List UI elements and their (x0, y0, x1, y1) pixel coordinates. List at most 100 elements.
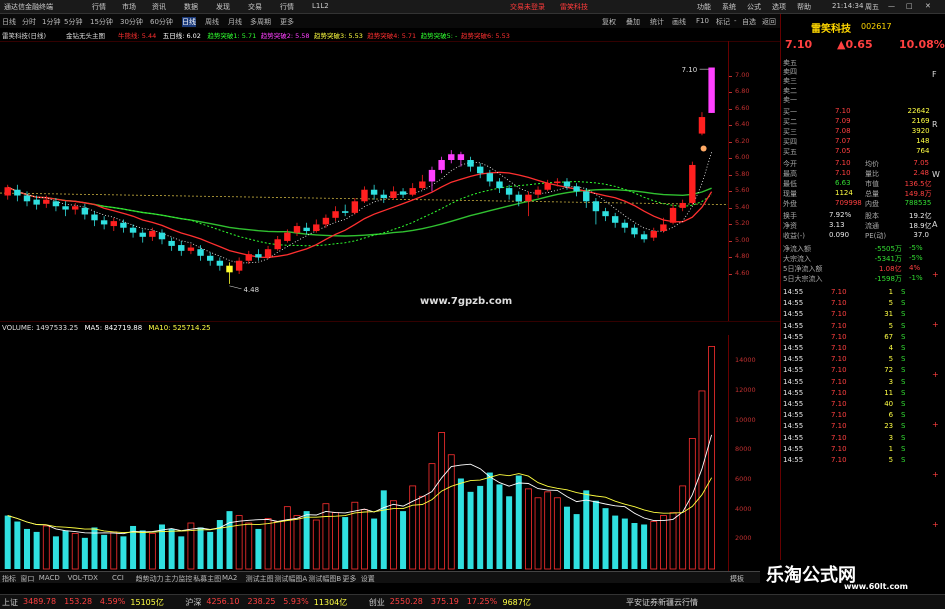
side-tab[interactable]: + (932, 320, 939, 329)
side-tab[interactable]: F (932, 70, 937, 79)
period-tab[interactable]: 5分钟 (64, 17, 82, 27)
period-tab[interactable]: 15分钟 (90, 17, 113, 27)
tick-price: 7.10 (831, 355, 847, 364)
side-tab[interactable]: + (932, 370, 939, 379)
indicator-tab[interactable]: 测试主图 (246, 574, 274, 584)
volume-bar (264, 518, 272, 570)
tick-time: 14:55 (783, 400, 804, 408)
flow-value: -1598万 (874, 275, 902, 283)
menu-item[interactable]: 数据 (184, 2, 198, 12)
side-tab[interactable]: W (932, 170, 940, 179)
menu-item[interactable]: 功能 (697, 2, 711, 12)
menu-item[interactable]: 选项 (772, 2, 786, 12)
tool-button[interactable]: 画线 (672, 17, 686, 27)
indicator-tab[interactable]: VOL-TDX (68, 574, 98, 582)
tool-button[interactable]: 自选 (742, 17, 756, 27)
candle (621, 222, 629, 228)
candle (332, 211, 339, 218)
candle (14, 189, 21, 196)
price-chart[interactable]: 7.10 4.48 (0, 41, 780, 321)
indicator-tab[interactable]: 私募主图 (193, 574, 221, 584)
maximize-icon[interactable]: □ (906, 2, 913, 10)
tool-button[interactable]: 标记 (716, 17, 730, 27)
low-pointer (229, 285, 242, 290)
volume-bar (592, 500, 599, 569)
flow-pct: -1% (909, 274, 923, 282)
indicator-tab[interactable]: 测试幅图A (274, 574, 307, 584)
indicator-tab[interactable]: 主力监控 (164, 574, 192, 584)
side-tab[interactable]: + (932, 270, 939, 279)
menu-item[interactable]: 帮助 (797, 2, 811, 12)
candle (226, 265, 233, 273)
volume-bar (553, 497, 561, 570)
login-status[interactable]: 交易未登录 (510, 2, 545, 12)
menu-item[interactable]: 发现 (216, 2, 230, 12)
indicator-tab[interactable]: 指标 (2, 574, 16, 584)
period-tab[interactable]: 多周期 (250, 17, 271, 27)
tick-volume: 72 (884, 366, 894, 375)
indicator-tab[interactable]: 趋势动力 (136, 574, 164, 584)
tick-side: S (901, 422, 906, 431)
minimize-icon[interactable]: — (888, 2, 895, 10)
menu-item[interactable]: 市场 (122, 2, 136, 12)
period-tab[interactable]: 60分钟 (150, 17, 173, 27)
period-tab[interactable]: 分时 (22, 17, 36, 27)
side-tab[interactable]: A (932, 220, 937, 229)
menu-item[interactable]: L1L2 (312, 2, 329, 10)
volume-bar (62, 530, 69, 569)
period-tab[interactable]: 更多 (280, 17, 294, 27)
tick-side: S (901, 444, 906, 453)
tick-mark (729, 158, 732, 160)
period-tab-active[interactable]: 日线 (182, 17, 196, 27)
period-tab[interactable]: 日线 (2, 17, 16, 27)
volume-tick: 4000 (735, 504, 752, 513)
tool-button[interactable]: F10 (696, 17, 709, 25)
indicator-tab[interactable]: CCI (112, 574, 124, 582)
close-icon[interactable]: ✕ (925, 2, 931, 10)
indicator-value-1: 五日线: 6.02 (162, 32, 201, 40)
volume-bar (33, 531, 40, 569)
stat-label: 量比 (865, 170, 879, 178)
period-tab[interactable]: 月线 (228, 17, 242, 27)
indicator-tab[interactable]: 测试幅图B (308, 574, 341, 584)
period-tab[interactable]: 周线 (205, 17, 219, 27)
side-tab[interactable]: + (932, 470, 939, 479)
tick-price: 7.10 (831, 299, 847, 308)
status-item: 2550.28 (389, 597, 423, 606)
menu-item[interactable]: 公式 (747, 2, 761, 12)
formula-name[interactable]: 金钻无头主图 (66, 30, 105, 40)
side-tab[interactable]: R (932, 120, 938, 129)
price-tick: 5.60 (735, 186, 750, 195)
menu-item[interactable]: 行情 (280, 2, 294, 12)
volume-chart[interactable] (0, 321, 780, 571)
indicator-tab[interactable]: 模板 (730, 574, 744, 584)
volume-bar (477, 485, 484, 569)
menu-item[interactable]: 资讯 (152, 2, 166, 12)
bid-volume: 148 (916, 137, 930, 145)
candle (149, 231, 156, 237)
indicator-tab[interactable]: 窗口 (20, 574, 34, 584)
menu-item[interactable]: 行情 (92, 2, 106, 12)
flow-label: 5日大宗流入 (783, 275, 823, 283)
side-tab[interactable]: + (932, 420, 939, 429)
indicator-tab[interactable]: 设置 (361, 574, 375, 584)
volume-bar (110, 531, 118, 570)
period-tab[interactable]: 1分钟 (42, 17, 60, 27)
volume-axis: 14000 12000 10000 8000 6000 4000 2000 (728, 335, 780, 571)
side-tab[interactable]: + (932, 520, 939, 529)
tool-button[interactable]: 复权 (602, 17, 616, 27)
menu-item[interactable]: 交易 (248, 2, 262, 12)
volume-bar (659, 515, 667, 570)
indicator-bar: 雷笑科技(日线) 金钻无头主图 牛熊线: 5.44 五日线: 6.02 趋势突破1:… (0, 28, 780, 41)
indicator-tab[interactable]: 更多 (342, 574, 356, 584)
indicator-tab[interactable]: MA2 (222, 574, 237, 582)
stat-value: 7.10 (835, 169, 851, 177)
tool-button[interactable]: 返回 (762, 17, 776, 27)
tool-button[interactable]: 叠加 (626, 17, 640, 27)
tool-button[interactable]: - (734, 17, 737, 25)
period-tab[interactable]: 30分钟 (120, 17, 143, 27)
volume-bar (255, 528, 262, 569)
menu-item[interactable]: 系统 (722, 2, 736, 12)
tool-button[interactable]: 统计 (650, 17, 664, 27)
indicator-tab[interactable]: MACD (39, 574, 60, 582)
